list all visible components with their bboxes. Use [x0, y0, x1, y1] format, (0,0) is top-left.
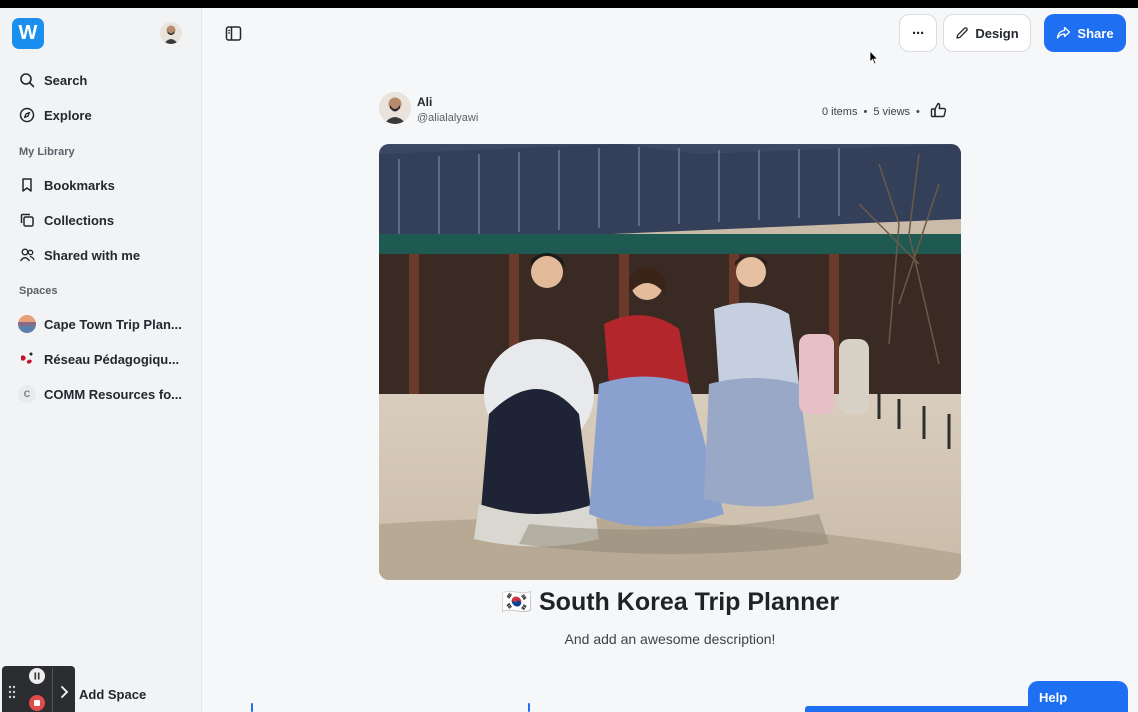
sidebar-item-label: Bookmarks: [44, 177, 115, 193]
space-thumbnail-icon: [18, 315, 36, 333]
users-icon: [18, 246, 36, 264]
add-space-button[interactable]: Add Space: [79, 687, 146, 702]
sidebar-item-search[interactable]: Search: [18, 67, 87, 93]
cover-image[interactable]: [379, 144, 961, 580]
post-stats: 0 items • 5 views •: [822, 102, 947, 121]
share-arrow-icon: [1057, 26, 1071, 39]
compass-icon: [18, 106, 36, 124]
more-dots-icon: ···: [912, 24, 925, 42]
screen-recorder-widget: [2, 666, 75, 712]
views-count: 5 views: [873, 105, 911, 118]
window-top-bar: [0, 0, 1138, 8]
page-title[interactable]: 🇰🇷 South Korea Trip Planner: [379, 588, 961, 617]
design-button[interactable]: Design: [943, 14, 1031, 52]
sidebar-item-label: COMM Resources fo...: [44, 386, 182, 402]
design-button-label: Design: [975, 25, 1019, 41]
help-button[interactable]: Help: [1028, 681, 1128, 712]
sidebar: W Search Explore My Library Bookmarks Co…: [0, 8, 202, 712]
search-icon: [18, 71, 36, 89]
app-logo[interactable]: W: [12, 18, 44, 49]
space-item-reseau[interactable]: Réseau Pédagogiqu...: [18, 346, 179, 372]
sidebar-item-label: Réseau Pédagogiqu...: [44, 351, 180, 367]
progress-bar: [805, 706, 1035, 712]
author-handle: @alialalyawi: [417, 112, 479, 124]
separator-dot: •: [863, 105, 868, 118]
pause-icon[interactable]: [29, 668, 45, 689]
collections-icon: [18, 211, 36, 229]
sidebar-item-label: Explore: [44, 107, 92, 123]
separator-dot: •: [916, 105, 920, 118]
chevron-right-icon[interactable]: [53, 685, 75, 699]
share-button-label: Share: [1077, 25, 1114, 41]
more-options-button[interactable]: ···: [899, 14, 937, 52]
space-logo-icon: [18, 350, 36, 368]
sidebar-item-collections[interactable]: Collections: [18, 207, 114, 233]
thumbs-up-icon[interactable]: [930, 102, 947, 121]
share-button[interactable]: Share: [1044, 14, 1126, 52]
divider-mark: [251, 703, 253, 712]
sidebar-item-shared-with-me[interactable]: Shared with me: [18, 242, 140, 268]
pencil-icon: [956, 27, 969, 39]
toggle-sidebar-icon[interactable]: [225, 25, 242, 47]
stop-record-icon[interactable]: [29, 695, 45, 712]
sidebar-item-label: Shared with me: [44, 247, 141, 263]
author-name[interactable]: Ali: [417, 95, 432, 109]
space-item-cape-town[interactable]: Cape Town Trip Plan...: [18, 311, 182, 337]
spaces-heading: Spaces: [19, 285, 58, 297]
sidebar-item-bookmarks[interactable]: Bookmarks: [18, 172, 115, 198]
author-avatar[interactable]: [379, 92, 411, 124]
space-initial-badge: C: [18, 385, 36, 403]
items-count: 0 items: [822, 105, 858, 118]
page-description[interactable]: And add an awesome description!: [379, 631, 961, 647]
divider-mark: [528, 703, 530, 712]
sidebar-item-label: Collections: [44, 212, 115, 228]
main-content: ··· Design Share Ali @alialalyawi 0 item…: [203, 8, 1138, 712]
my-library-heading: My Library: [19, 146, 75, 158]
space-item-comm[interactable]: C COMM Resources fo...: [18, 381, 182, 407]
user-avatar[interactable]: [160, 22, 182, 44]
sidebar-item-label: Cape Town Trip Plan...: [44, 316, 182, 332]
bookmark-icon: [18, 176, 36, 194]
mouse-cursor-icon: [869, 50, 879, 65]
drag-handle-icon[interactable]: [2, 685, 22, 699]
sidebar-item-explore[interactable]: Explore: [18, 102, 92, 128]
sidebar-item-label: Search: [44, 72, 88, 88]
hanbok-photo: [379, 144, 961, 580]
